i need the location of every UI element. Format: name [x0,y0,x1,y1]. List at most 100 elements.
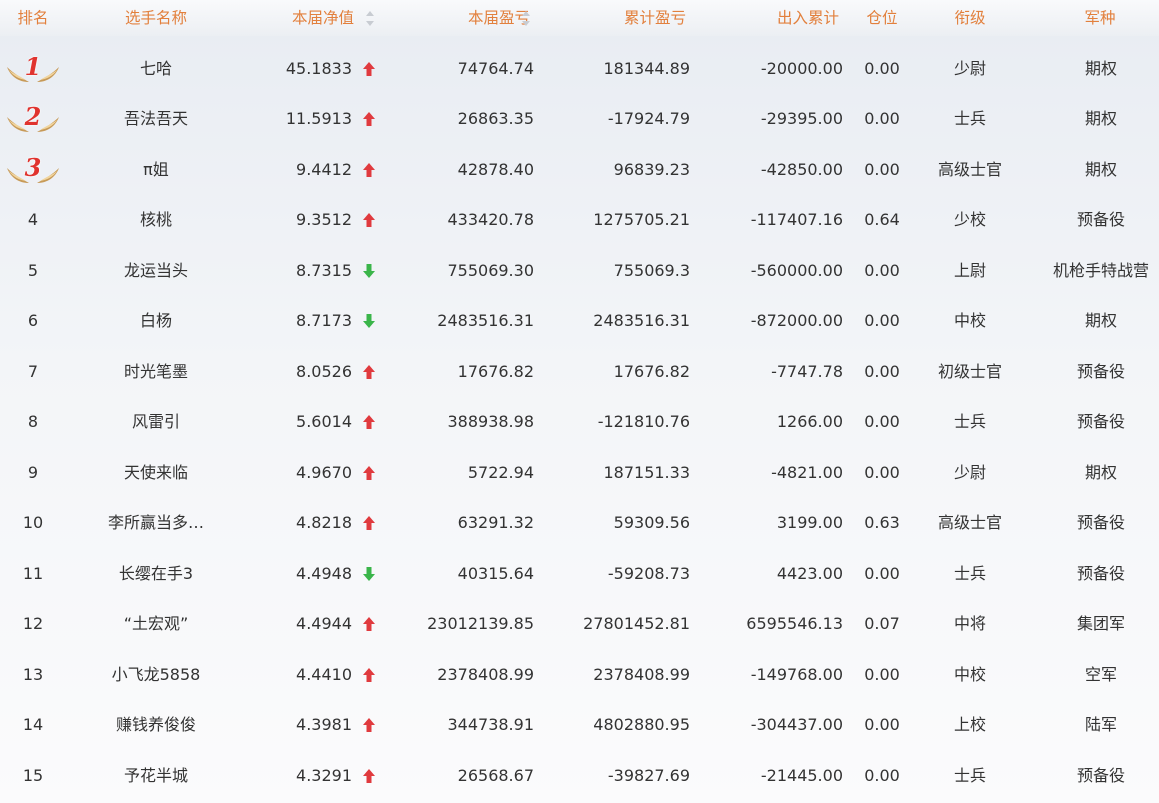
table-row[interactable]: 1 七哈 45.1833 74764.74 181344.89 -20000.00 0.00… [0,44,1159,95]
table-row[interactable]: 2 吾法吾天 11.5913 26863.35 -17924.79 -29395.00 0.… [0,94,1159,145]
table-header: 排名 选手名称 本届净值 本届盈亏 累计盈亏 出入累计 仓位 衔级 军种 [0,0,1159,36]
rank-number: 6 [27,311,39,330]
nav-value: 8.7315 [296,260,352,280]
current-pnl: 63291.32 [457,513,534,532]
table-row[interactable]: 9 天使来临 4.9670 5722.94 187151.33 -4821.00 0.00 少… [0,448,1159,499]
branch: 机枪手特战营 [1052,260,1149,280]
position: 0.00 [864,664,900,684]
cumulative-pnl: 17676.82 [613,361,690,381]
sort-icon[interactable] [365,10,375,27]
player-name-link[interactable]: 小飞龙5858 [70,650,242,701]
net-flow: -29395.00 [760,109,843,128]
header-rank: 排名 [17,9,49,27]
player-name-link[interactable]: “土宏观” [70,599,242,650]
table-row[interactable]: 3 π姐 9.4412 42878.40 96839.23 -42850.00 0.00 高级… [0,145,1159,196]
cumulative-pnl: 59309.56 [613,513,690,532]
player-name-link[interactable]: 天使来临 [70,448,242,499]
trend-indicator [358,195,380,246]
nav-value: 9.3512 [296,210,352,229]
player-name-link[interactable]: 龙运当头 [70,246,242,297]
net-flow: 1266.00 [776,412,843,431]
player-name-link[interactable]: 李所赢当多… [70,498,242,549]
table-row[interactable]: 11 长缨在手3 4.4948 40315.64 -59208.73 4423.00 0.0… [0,549,1159,600]
rank-medal: 1 [0,44,66,95]
branch: 陆军 [1084,715,1117,734]
current-pnl: 74764.74 [457,58,534,78]
header-current-pnl-sortable[interactable]: 本届盈亏 [390,0,530,36]
table-row[interactable]: 15 予花半城 4.3291 26568.67 -39827.69 -21445.00 0.… [0,751,1159,802]
nav-value: 4.8218 [296,513,352,532]
table-row[interactable]: 14 赚钱养俊俊 4.3981 344738.91 4802880.95 -304437.… [0,700,1159,751]
header-nav-sortable[interactable]: 本届净值 [250,0,354,36]
player-name-link[interactable]: 长缨在手3 [70,549,242,600]
trend-indicator [358,599,380,650]
branch: 预备役 [1076,361,1125,381]
rank-number: 11 [22,563,44,583]
cumulative-pnl: -121810.76 [597,412,690,431]
trend-indicator [358,751,380,802]
position: 0.00 [864,311,900,330]
current-pnl: 26863.35 [457,109,534,128]
current-pnl: 344738.91 [447,715,534,734]
nav-value: 4.3291 [296,765,352,785]
net-flow: 4423.00 [776,563,843,583]
player-name-link[interactable]: 核桃 [70,195,242,246]
rank-number: 1 [24,51,42,81]
rank-title: 中校 [953,311,986,330]
net-flow: -117407.16 [750,210,843,229]
trend-indicator [358,145,380,196]
sort-icon[interactable] [521,10,531,27]
rank-title: 高级士官 [937,513,1002,532]
table-row[interactable]: 5 龙运当头 8.7315 755069.30 755069.3 -560000.00 0.… [0,246,1159,297]
player-name-link[interactable]: 白杨 [70,296,242,347]
trend-indicator [358,700,380,751]
trend-up-icon [363,617,375,631]
nav-value: 4.4948 [296,563,352,583]
net-flow: -872000.00 [750,311,843,330]
cumulative-pnl: 755069.3 [613,260,690,280]
branch: 预备役 [1076,210,1125,229]
rank-title: 上尉 [953,260,986,280]
trend-indicator [358,94,380,145]
rank-number: 4 [27,210,39,229]
position: 0.63 [864,513,900,532]
table-row[interactable]: 13 小飞龙5858 4.4410 2378408.99 2378408.99 -1497… [0,650,1159,701]
player-name-link[interactable]: 吾法吾天 [70,94,242,145]
rank-title: 士兵 [953,412,986,431]
rank-number: 7 [27,361,39,381]
table-row[interactable]: 4 核桃 9.3512 433420.78 1275705.21 -117407.16 0.… [0,195,1159,246]
trend-down-icon [363,314,375,328]
position: 0.07 [864,614,900,633]
current-pnl: 40315.64 [457,563,534,583]
nav-value: 8.7173 [296,311,352,330]
current-pnl: 388938.98 [447,412,534,431]
current-pnl: 17676.82 [457,361,534,381]
player-name-link[interactable]: 时光笔墨 [70,347,242,398]
current-pnl: 26568.67 [457,765,534,785]
table-row[interactable]: 10 李所赢当多… 4.8218 63291.32 59309.56 3199.00 0.6… [0,498,1159,549]
player-name-link[interactable]: 七哈 [70,44,242,95]
rank-number: 3 [24,152,42,182]
position: 0.00 [864,260,900,280]
rank-title: 中校 [953,664,986,684]
cumulative-pnl: -39827.69 [607,765,690,785]
cumulative-pnl: 4802880.95 [593,715,690,734]
table-row[interactable]: 6 白杨 8.7173 2483516.31 2483516.31 -872000.00 0… [0,296,1159,347]
table-row[interactable]: 12 “土宏观” 4.4944 23012139.85 27801452.81 65955… [0,599,1159,650]
player-name-link[interactable]: π姐 [70,145,242,196]
trend-indicator [358,448,380,499]
cumulative-pnl: 2378408.99 [593,664,690,684]
current-pnl: 23012139.85 [427,614,534,633]
branch: 集团军 [1076,614,1125,633]
trend-indicator [358,246,380,297]
player-name-link[interactable]: 赚钱养俊俊 [70,700,242,751]
player-name-link[interactable]: 予花半城 [70,751,242,802]
table-row[interactable]: 7 时光笔墨 8.0526 17676.82 17676.82 -7747.78 0.00 初… [0,347,1159,398]
ranking-table: 排名 选手名称 本届净值 本届盈亏 累计盈亏 出入累计 仓位 衔级 军种 1 七哈… [0,0,1159,803]
branch: 期权 [1084,462,1117,482]
table-row[interactable]: 8 风雷引 5.6014 388938.98 -121810.76 1266.00 0.00… [0,397,1159,448]
trend-up-icon [363,667,375,682]
net-flow: -4821.00 [771,462,843,482]
cumulative-pnl: -59208.73 [607,563,690,583]
player-name-link[interactable]: 风雷引 [70,397,242,448]
